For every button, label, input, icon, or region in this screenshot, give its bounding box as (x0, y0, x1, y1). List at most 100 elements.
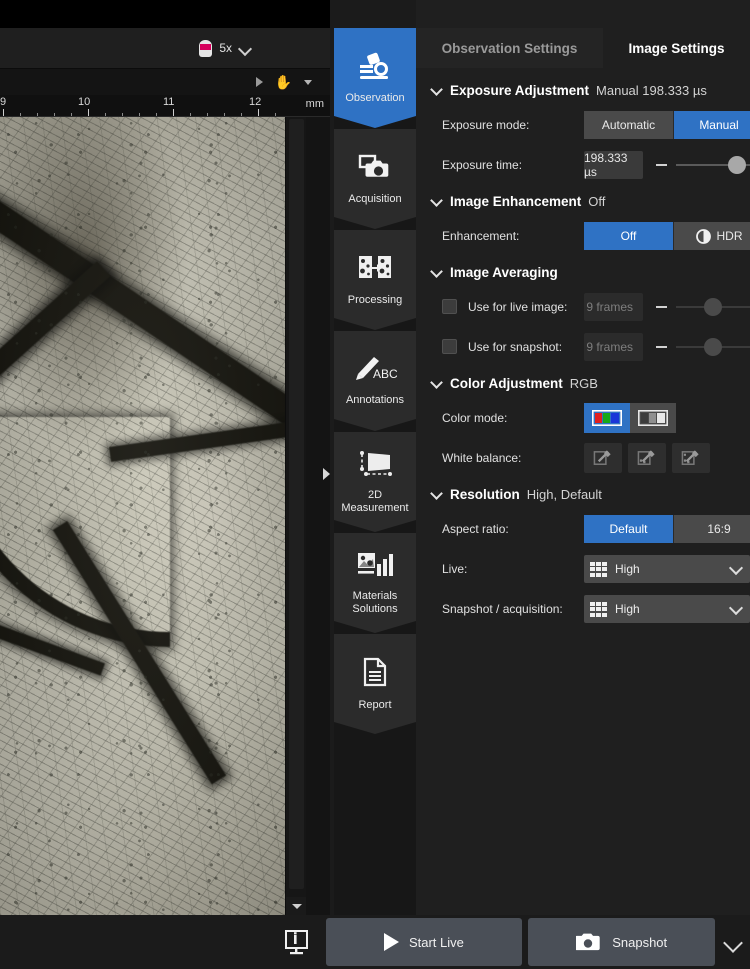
zoom-control-group[interactable]: 5x (199, 40, 330, 57)
slider-knob[interactable] (728, 156, 746, 174)
enhancement-hdr-label: HDR (717, 229, 743, 243)
aspect-ratio-default-button[interactable]: Default (584, 515, 674, 543)
white-balance-picker-button[interactable] (584, 443, 622, 473)
sidebar-item-acquisition[interactable]: Acquisition (334, 129, 416, 229)
row-aspect-ratio: Aspect ratio: Default 16:9 (416, 509, 750, 549)
monitor-info-icon (284, 929, 309, 955)
eyedropper-icon (593, 448, 614, 469)
snapshot-button[interactable]: Snapshot (528, 918, 715, 966)
exposure-mode-manual-button[interactable]: Manual (674, 111, 750, 139)
sidebar-item-materials-solutions[interactable]: Materials Solutions (334, 533, 416, 633)
row-resolution-snapshot: Snapshot / acquisition: High (416, 589, 750, 629)
exposure-time-value[interactable]: 198.333 µs (584, 151, 643, 179)
sidebar-label-line2: Solutions (352, 603, 397, 615)
resolution-grid-icon (590, 602, 607, 617)
zoom-toolbar: 5x (0, 28, 330, 69)
white-balance-area-button[interactable] (628, 443, 666, 473)
white-balance-auto-button[interactable] (672, 443, 710, 473)
use-for-snapshot-checkbox[interactable] (442, 339, 457, 354)
section-summary: Manual 198.333 µs (596, 83, 707, 98)
expand-panel-button[interactable] (318, 462, 334, 486)
contrast-half-icon (696, 229, 711, 244)
color-mode-rgb-button[interactable] (584, 403, 630, 433)
use-for-live-image-checkbox[interactable] (442, 299, 457, 314)
chevron-down-icon (731, 563, 742, 574)
document-report-icon (362, 657, 388, 692)
sidebar-item-report[interactable]: Report (334, 634, 416, 734)
minus-icon[interactable] (656, 306, 667, 308)
color-mode-segmented-control (584, 403, 676, 433)
start-live-label: Start Live (409, 935, 464, 950)
grayscale-icon (638, 410, 668, 426)
pointer-icon[interactable] (256, 77, 263, 87)
live-frames-value[interactable]: 9 frames (584, 293, 643, 321)
resolution-live-dropdown[interactable]: High (584, 555, 750, 583)
resolution-snapshot-value: High (615, 602, 640, 616)
resolution-live-label: Live: (442, 562, 584, 576)
zoom-level-label: 5x (219, 41, 232, 55)
start-live-button[interactable]: Start Live (326, 918, 523, 966)
info-button[interactable] (274, 915, 320, 969)
viewport-vertical-scrollbar[interactable] (285, 117, 306, 915)
ruler-tick-label: 10 (78, 96, 90, 108)
slider-knob[interactable] (704, 298, 722, 316)
snapshot-frames-slider[interactable] (676, 346, 750, 348)
caret-down-icon[interactable] (304, 80, 312, 85)
enhancement-hdr-button[interactable]: HDR (674, 222, 750, 250)
pan-tool-toolbar: ✋ (0, 69, 330, 95)
ruler-tick-label: 9 (0, 96, 6, 108)
scroll-down-button[interactable] (286, 897, 307, 915)
resolution-snapshot-dropdown[interactable]: High (584, 595, 750, 623)
rgb-color-icon (592, 410, 622, 426)
chevron-down-icon (432, 267, 443, 278)
tab-image-settings[interactable]: Image Settings (603, 28, 750, 68)
measure-2d-icon (356, 449, 394, 482)
section-header-resolution[interactable]: Resolution High, Default (416, 478, 750, 509)
scrollbar-thumb[interactable] (289, 119, 304, 889)
exposure-mode-automatic-button[interactable]: Automatic (584, 111, 674, 139)
sidebar-item-processing[interactable]: Processing (334, 230, 416, 330)
tab-observation-settings[interactable]: Observation Settings (416, 28, 603, 68)
bottom-bar-spacer (0, 915, 274, 969)
camera-capture-icon (358, 153, 392, 186)
module-navigation-rail: Observation Acquisition (334, 28, 416, 915)
chevron-down-icon[interactable] (239, 42, 252, 55)
section-summary: RGB (570, 376, 598, 391)
resolution-live-value: High (615, 562, 640, 576)
image-processing-icon (358, 254, 392, 287)
microscope-icon (358, 52, 392, 85)
chevron-down-icon (432, 85, 443, 96)
exposure-time-label: Exposure time: (442, 158, 584, 172)
materials-chart-icon (357, 551, 393, 583)
minus-icon[interactable] (656, 164, 667, 166)
ruler-unit-label: mm (306, 98, 324, 110)
chevron-down-icon (432, 378, 443, 389)
color-mode-grayscale-button[interactable] (630, 403, 676, 433)
microscope-app-window: 5x ✋ 9 10 11 12 mm (0, 0, 750, 969)
ruler-tick-label: 12 (249, 96, 261, 108)
enhancement-off-button[interactable]: Off (584, 222, 674, 250)
snapshot-menu-button[interactable] (715, 918, 750, 966)
row-enhancement: Enhancement: Off HDR (416, 216, 750, 256)
sidebar-item-label: Annotations (346, 394, 404, 407)
live-image-viewport[interactable]: 1 mm (0, 117, 285, 915)
section-header-color[interactable]: Color Adjustment RGB (416, 367, 750, 398)
live-frames-slider[interactable] (676, 306, 750, 308)
section-header-exposure[interactable]: Exposure Adjustment Manual 198.333 µs (416, 74, 750, 105)
sidebar-item-2d-measurement[interactable]: 2D Measurement (334, 432, 416, 532)
section-header-enhancement[interactable]: Image Enhancement Off (416, 185, 750, 216)
exposure-time-slider[interactable] (676, 164, 750, 166)
row-exposure-time: Exposure time: 198.333 µs (416, 145, 750, 185)
snapshot-frames-value[interactable]: 9 frames (584, 333, 643, 361)
hand-icon[interactable]: ✋ (275, 75, 292, 89)
sidebar-item-annotations[interactable]: ABC Annotations (334, 331, 416, 431)
specimen-image (0, 117, 285, 915)
sidebar-item-label: 2D Measurement (341, 489, 408, 515)
slider-knob[interactable] (704, 338, 722, 356)
image-viewer-panel: 5x ✋ 9 10 11 12 mm (0, 0, 330, 915)
section-header-averaging[interactable]: Image Averaging (416, 256, 750, 287)
sidebar-item-observation[interactable]: Observation (334, 28, 416, 128)
aspect-ratio-169-button[interactable]: 16:9 (674, 515, 750, 543)
minus-icon[interactable] (656, 346, 667, 348)
eyedropper-auto-icon (681, 448, 702, 469)
